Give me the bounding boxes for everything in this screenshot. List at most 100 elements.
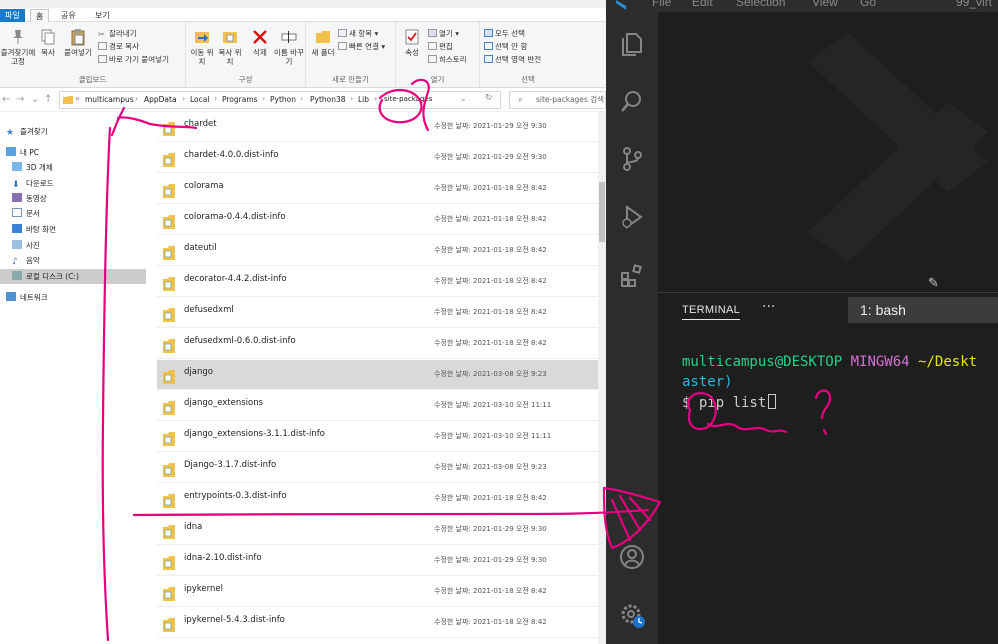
file-row[interactable]: idna 수정한 날짜: 2021-01-29 오전 9:30 xyxy=(157,515,599,545)
recent-locations-button[interactable]: ⌄ xyxy=(31,94,39,105)
up-button[interactable]: ↑ xyxy=(44,94,52,105)
copy-folder-icon xyxy=(223,32,237,43)
manage-gear-icon[interactable] xyxy=(619,602,645,628)
file-modified-date: 수정한 날짜: 2021-01-18 오전 8:42 xyxy=(434,308,547,316)
refresh-icon[interactable]: ↻ xyxy=(485,93,493,103)
rename-button[interactable]: 이름 바꾸기 xyxy=(274,28,304,66)
copy-path-button[interactable]: 경로 복사 xyxy=(98,41,139,52)
paste-button[interactable]: 붙여넣기 xyxy=(60,28,96,57)
account-icon[interactable] xyxy=(619,544,645,570)
back-button[interactable]: ← xyxy=(2,94,10,105)
menu-file[interactable]: File xyxy=(652,0,671,9)
file-modified-date: 수정한 날짜: 2021-01-18 오전 8:42 xyxy=(434,618,547,626)
menu-edit[interactable]: Edit xyxy=(692,0,713,9)
terminal-command-line[interactable]: $ pip list xyxy=(682,394,777,411)
star-icon: ★ xyxy=(6,128,15,138)
file-row[interactable]: Django-3.1.7.dist-info 수정한 날짜: 2021-03-08… xyxy=(157,453,599,483)
edit-button[interactable]: 편집 xyxy=(428,41,453,52)
new-item-button[interactable]: 새 항목 ▾ xyxy=(338,28,378,39)
explorer-files-icon[interactable] xyxy=(619,30,645,56)
breadcrumb-python[interactable]: Python xyxy=(270,95,296,104)
nav-videos[interactable]: 동영상 xyxy=(12,191,150,206)
pin-quick-access-button[interactable]: 즐겨찾기에 고정 xyxy=(0,28,36,66)
file-row[interactable]: django_extensions 수정한 날짜: 2021-03-10 오전 1… xyxy=(157,391,599,421)
tab-file[interactable]: 파일 xyxy=(0,9,25,22)
activity-bar xyxy=(606,12,658,644)
scrollbar-thumb[interactable] xyxy=(599,182,605,242)
invert-selection-button[interactable]: 선택 영역 반전 xyxy=(484,54,541,65)
breadcrumb-appdata[interactable]: AppData xyxy=(144,95,177,104)
file-row[interactable]: chardet-4.0.0.dist-info 수정한 날짜: 2021-01-2… xyxy=(157,143,599,173)
file-row[interactable]: ipykernel-5.4.3.dist-info 수정한 날짜: 2021-01… xyxy=(157,608,599,638)
delete-button[interactable]: 삭제 xyxy=(248,28,272,57)
search-icon[interactable] xyxy=(619,88,645,114)
tab-home[interactable]: 홈 xyxy=(30,9,50,22)
file-row[interactable]: decorator-4.4.2.dist-info 수정한 날짜: 2021-01… xyxy=(157,267,599,297)
file-row[interactable]: django_extensions-3.1.1.dist-info 수정한 날짜:… xyxy=(157,422,599,452)
new-folder-button[interactable]: 새 폴더 xyxy=(310,28,336,57)
select-all-button[interactable]: 모두 선택 xyxy=(484,28,525,39)
breadcrumb-local[interactable]: Local xyxy=(190,95,209,104)
file-name: defusedxml-0.6.0.dist-info xyxy=(184,336,296,346)
nav-pictures[interactable]: 사진 xyxy=(12,238,150,253)
terminal-select-dropdown[interactable]: 1: bash xyxy=(848,297,998,323)
forward-button[interactable]: → xyxy=(16,94,24,105)
menu-selection[interactable]: Selection xyxy=(736,0,785,9)
nav-music[interactable]: ♪ 음악 xyxy=(12,253,150,268)
extensions-icon[interactable] xyxy=(619,262,645,288)
select-none-button[interactable]: 선택 안 함 xyxy=(484,41,527,52)
file-row[interactable]: ipykernel 수정한 날짜: 2021-01-18 오전 8:42 xyxy=(157,577,599,607)
nav-3d-objects[interactable]: 3D 개체 xyxy=(12,160,150,175)
file-row[interactable]: idna-2.10.dist-info 수정한 날짜: 2021-01-29 오전… xyxy=(157,546,599,576)
file-row[interactable]: entrypoints-0.3.dist-info 수정한 날짜: 2021-01… xyxy=(157,484,599,514)
tab-terminal[interactable]: TERMINAL xyxy=(682,304,741,320)
paste-shortcut-button[interactable]: 바로 가기 붙여넣기 xyxy=(98,54,169,65)
breadcrumb-site-packages[interactable]: site-packages xyxy=(384,95,432,103)
copy-button[interactable]: 복사 xyxy=(36,28,60,57)
nav-downloads[interactable]: ⬇ 다운로드 xyxy=(12,176,150,191)
open-button[interactable]: 열기 ▾ xyxy=(428,28,459,39)
file-list-scrollbar[interactable] xyxy=(598,112,606,644)
rename-icon xyxy=(281,31,297,43)
nav-quick-access[interactable]: ★ 즐겨찾기 xyxy=(6,124,144,139)
file-row[interactable]: colorama-0.4.4.dist-info 수정한 날짜: 2021-01-… xyxy=(157,205,599,235)
cut-button[interactable]: ✂ 잘라내기 xyxy=(98,28,137,39)
source-control-icon[interactable] xyxy=(619,146,645,172)
folder-icon xyxy=(163,556,175,570)
file-row[interactable]: defusedxml 수정한 날짜: 2021-01-18 오전 8:42 xyxy=(157,298,599,328)
select-none-icon xyxy=(484,42,493,50)
breadcrumb-lib[interactable]: Lib xyxy=(358,95,369,104)
overflow-chevron[interactable]: « xyxy=(75,94,80,103)
history-button[interactable]: 히스토리 xyxy=(428,54,467,65)
nav-documents[interactable]: 문서 xyxy=(12,206,150,221)
move-to-button[interactable]: 이동 위치 xyxy=(188,28,216,66)
search-input[interactable]: ⌕ site-packages 검색 xyxy=(509,91,606,109)
file-modified-date: 수정한 날짜: 2021-01-18 오전 8:42 xyxy=(434,215,547,223)
cut-label: 잘라내기 xyxy=(109,29,137,38)
run-debug-icon[interactable] xyxy=(619,204,645,230)
folder-icon xyxy=(163,494,175,508)
easy-access-button[interactable]: 빠른 연결 ▾ xyxy=(338,41,385,52)
file-row[interactable]: dateutil 수정한 날짜: 2021-01-18 오전 8:42 xyxy=(157,236,599,266)
menu-go[interactable]: Go xyxy=(860,0,876,9)
tab-view[interactable]: 보기 xyxy=(90,9,115,22)
breadcrumb-python38[interactable]: Python38 xyxy=(310,95,346,104)
panel-more-actions[interactable]: ··· xyxy=(762,299,775,315)
tab-share[interactable]: 공유 xyxy=(56,9,81,22)
nav-desktop[interactable]: 바탕 화면 xyxy=(12,222,150,237)
nav-local-disk-c[interactable]: 로컬 디스크 (C:) xyxy=(0,269,146,284)
breadcrumb-programs[interactable]: Programs xyxy=(222,95,258,104)
copy-to-button[interactable]: 복사 위치 xyxy=(216,28,244,66)
address-dropdown-icon[interactable]: ⌄ xyxy=(460,94,467,103)
file-row[interactable]: colorama 수정한 날짜: 2021-01-18 오전 8:42 xyxy=(157,174,599,204)
file-row[interactable]: django 수정한 날짜: 2021-03-08 오전 9:23 xyxy=(157,360,599,390)
properties-button[interactable]: 속성 xyxy=(400,28,424,57)
address-input[interactable]: « multicampus › AppData › Local › Progra… xyxy=(59,91,501,109)
file-row[interactable]: chardet 수정한 날짜: 2021-01-29 오전 9:30 xyxy=(157,112,599,142)
nav-network[interactable]: 네트워크 xyxy=(6,290,144,305)
breadcrumb-multicampus[interactable]: multicampus xyxy=(85,95,134,104)
panel-header: TERMINAL ··· 1: bash xyxy=(658,293,998,329)
menu-view[interactable]: View xyxy=(812,0,838,9)
nav-this-pc[interactable]: 내 PC xyxy=(6,145,144,160)
file-row[interactable]: defusedxml-0.6.0.dist-info 수정한 날짜: 2021-0… xyxy=(157,329,599,359)
